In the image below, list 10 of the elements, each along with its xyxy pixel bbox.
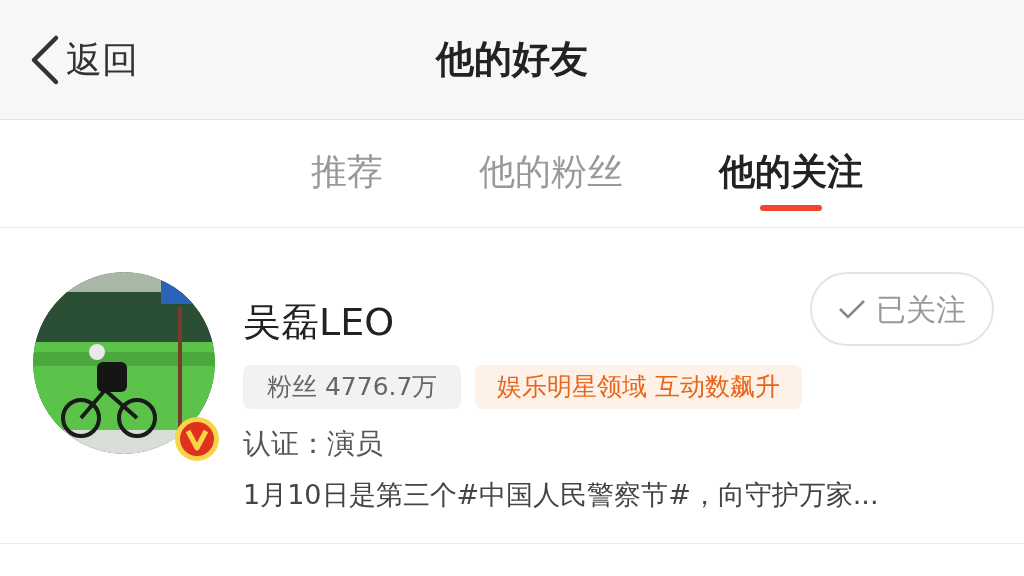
tab[interactable]: 他的关注: [719, 150, 863, 194]
back-link[interactable]: 返回: [66, 42, 138, 78]
check-icon: [838, 298, 866, 320]
user-name[interactable]: 吴磊LEO: [243, 294, 395, 351]
verification-text: 认证：演员: [243, 426, 384, 462]
tag: 娱乐明星领域 互动数飙升: [475, 365, 803, 409]
tab-indicator: [760, 205, 822, 212]
page-title: 他的好友: [436, 36, 588, 83]
post-text: 1月10日是第三个#中国人民警察节#，向守护万家...: [243, 478, 880, 512]
fans-count: 粉丝 4776.7万: [243, 365, 462, 409]
